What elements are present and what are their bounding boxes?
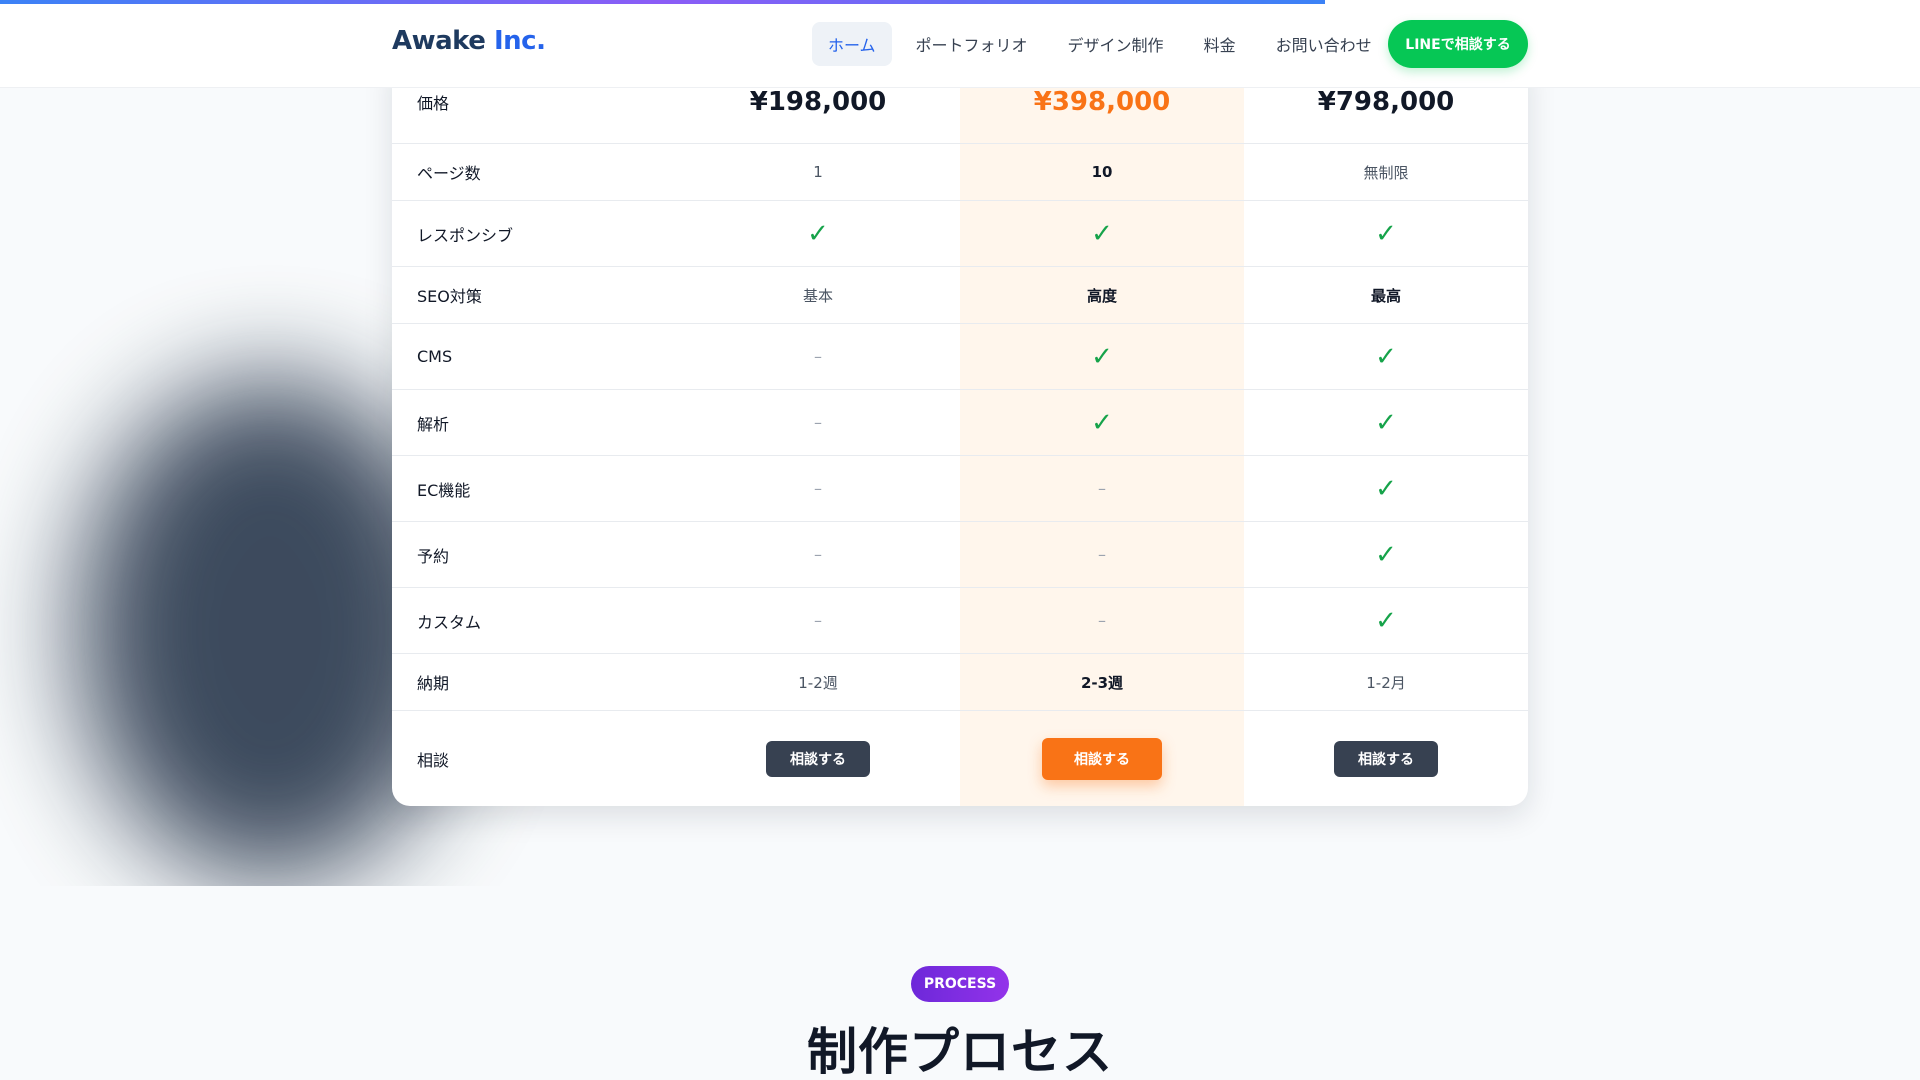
cell-premium: 1-2月: [1366, 673, 1406, 692]
table-row-delivery: 納期 1-2週 2-3週 1-2月: [392, 654, 1528, 711]
brand-suffix: Inc.: [493, 26, 546, 56]
row-label: SEO対策: [417, 287, 482, 306]
table-row-ec: EC機能 – – ✓: [392, 456, 1528, 522]
consult-button-premium[interactable]: 相談する: [1334, 740, 1438, 777]
price-premium: ¥798,000: [1317, 86, 1455, 117]
process-badge: PROCESS: [911, 966, 1009, 1002]
cell-premium: 無制限: [1363, 163, 1409, 182]
row-label: 納期: [417, 674, 450, 693]
dash-icon: –: [1098, 479, 1106, 498]
check-icon: ✓: [1091, 407, 1113, 438]
row-label: 解析: [417, 414, 450, 434]
row-label: レスポンシブ: [417, 225, 514, 245]
line-consult-button[interactable]: LINEで相談する: [1388, 20, 1528, 68]
dash-icon: –: [814, 347, 822, 366]
row-label: CMS: [417, 347, 453, 366]
cell-standard: 高度: [1086, 286, 1117, 305]
dash-icon: –: [814, 611, 822, 630]
table-row-pages: ページ数 1 10 無制限: [392, 144, 1528, 201]
row-label: 価格: [417, 93, 450, 113]
check-icon: ✓: [1375, 407, 1397, 438]
row-label: 相談: [417, 750, 450, 770]
cell-basic: 基本: [802, 286, 833, 305]
dash-icon: –: [814, 545, 822, 564]
brand-name: Awake: [392, 26, 486, 56]
check-icon: ✓: [1375, 341, 1397, 372]
table-row-consult: 相談 相談する 相談する 相談する: [392, 711, 1528, 806]
price-basic: ¥198,000: [749, 86, 887, 117]
nav-item-pricing[interactable]: 料金: [1188, 22, 1252, 66]
cell-standard: 10: [1091, 163, 1113, 181]
site-header: Awake Inc. ホーム ポートフォリオ デザイン制作 料金 お問い合わせ …: [0, 0, 1920, 88]
dash-icon: –: [1098, 611, 1106, 630]
nav-item-design[interactable]: デザイン制作: [1052, 22, 1180, 66]
brand-logo[interactable]: Awake Inc.: [392, 26, 546, 56]
cell-basic: 1-2週: [798, 673, 838, 692]
pricing-comparison-table: 価格 ¥198,000 ¥398,000 ¥798,000 ページ数 1 10 …: [392, 60, 1528, 806]
check-icon: ✓: [1375, 218, 1397, 249]
consult-button-basic[interactable]: 相談する: [766, 740, 870, 777]
dash-icon: –: [814, 413, 822, 432]
check-icon: ✓: [1091, 341, 1113, 372]
check-icon: ✓: [1375, 473, 1397, 504]
cell-standard: 2-3週: [1080, 673, 1124, 692]
dash-icon: –: [1098, 545, 1106, 564]
table-row-custom: カスタム – – ✓: [392, 588, 1528, 654]
row-label: ページ数: [417, 164, 481, 183]
check-icon: ✓: [1091, 218, 1113, 249]
table-row-reservation: 予約 – – ✓: [392, 522, 1528, 588]
check-icon: ✓: [807, 218, 829, 249]
check-icon: ✓: [1375, 605, 1397, 636]
table-row-analytics: 解析 – ✓ ✓: [392, 390, 1528, 456]
scroll-progress-bar: [0, 0, 1920, 4]
table-row-cms: CMS – ✓ ✓: [392, 324, 1528, 390]
table-row-seo: SEO対策 基本 高度 最高: [392, 267, 1528, 324]
cell-premium: 最高: [1370, 286, 1401, 305]
check-icon: ✓: [1375, 539, 1397, 570]
scroll-progress-fill: [0, 0, 1325, 4]
table-row-responsive: レスポンシブ ✓ ✓ ✓: [392, 201, 1528, 267]
main-nav: ホーム ポートフォリオ デザイン制作 料金 お問い合わせ: [812, 22, 1388, 66]
dash-icon: –: [814, 479, 822, 498]
nav-item-contact[interactable]: お問い合わせ: [1260, 22, 1388, 66]
row-label: EC機能: [417, 480, 471, 500]
consult-button-standard[interactable]: 相談する: [1042, 737, 1162, 780]
nav-item-portfolio[interactable]: ポートフォリオ: [900, 22, 1044, 66]
price-standard: ¥398,000: [1033, 86, 1171, 117]
row-label: カスタム: [417, 612, 482, 632]
cell-basic: 1: [813, 163, 823, 181]
row-label: 予約: [417, 546, 450, 566]
nav-item-home[interactable]: ホーム: [812, 22, 892, 66]
process-section-title: 制作プロセス: [807, 1023, 1113, 1080]
